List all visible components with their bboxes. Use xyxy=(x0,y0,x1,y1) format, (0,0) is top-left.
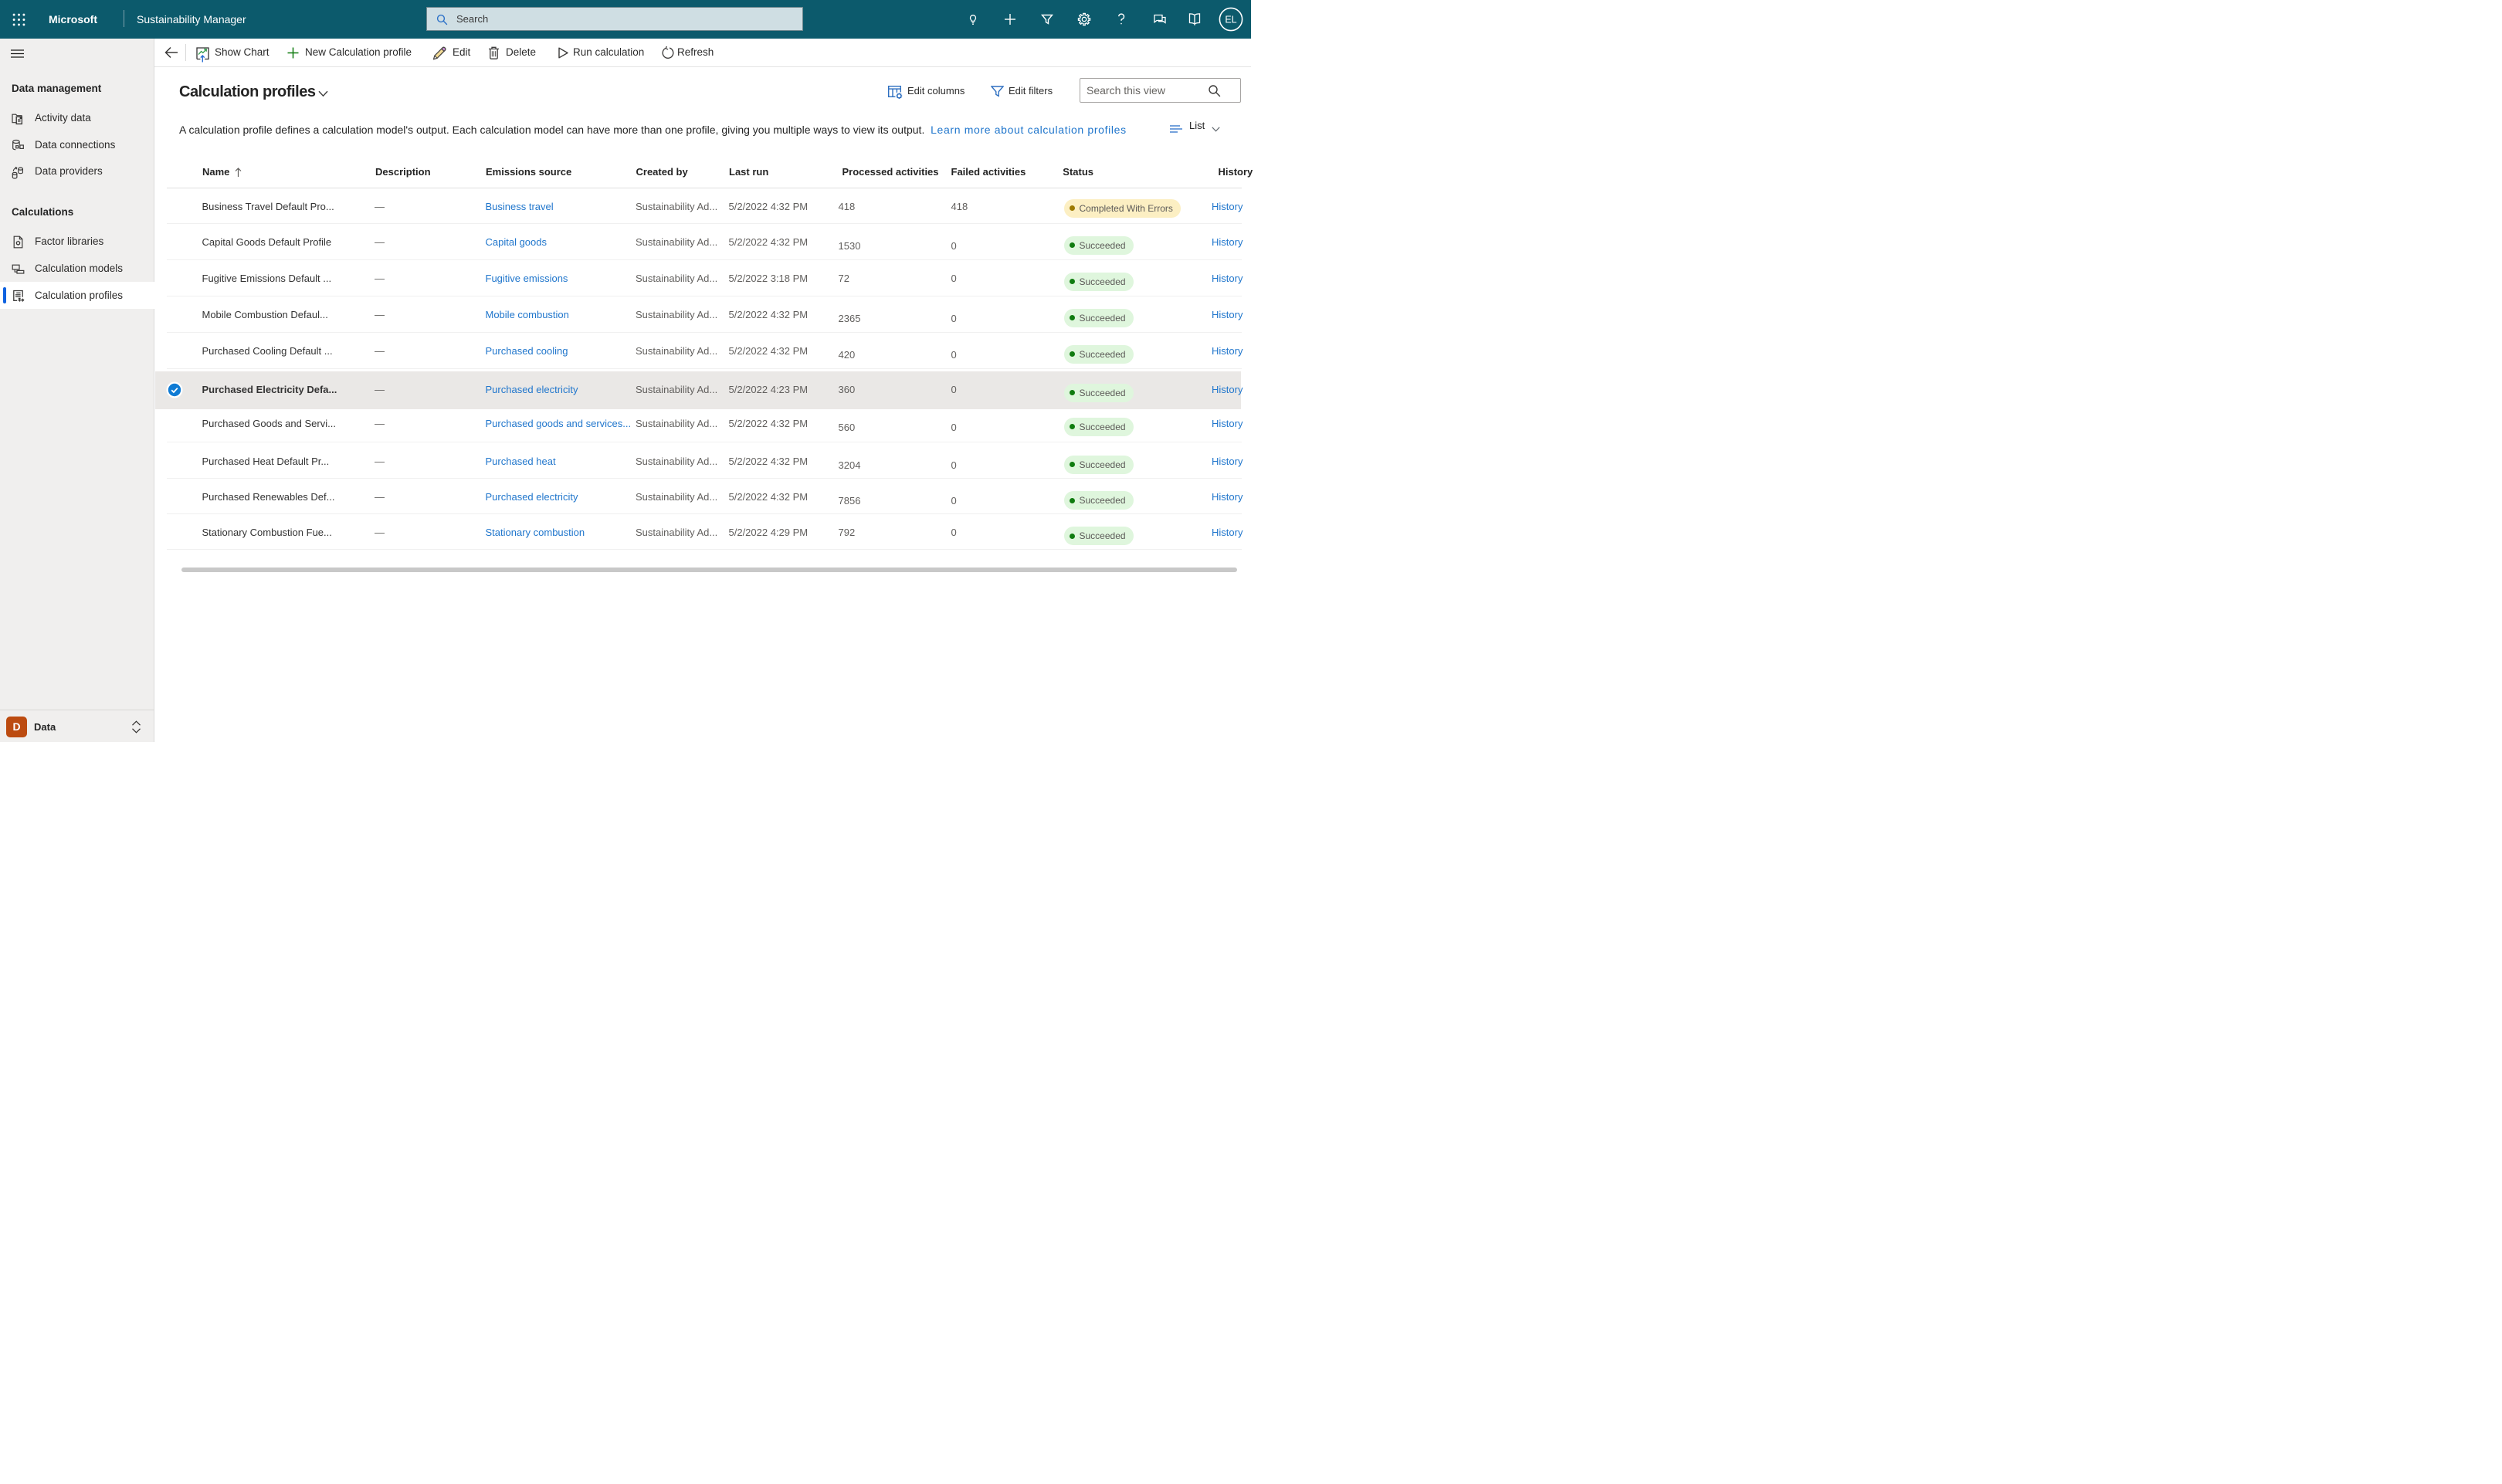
svg-text:EL: EL xyxy=(1225,15,1236,25)
